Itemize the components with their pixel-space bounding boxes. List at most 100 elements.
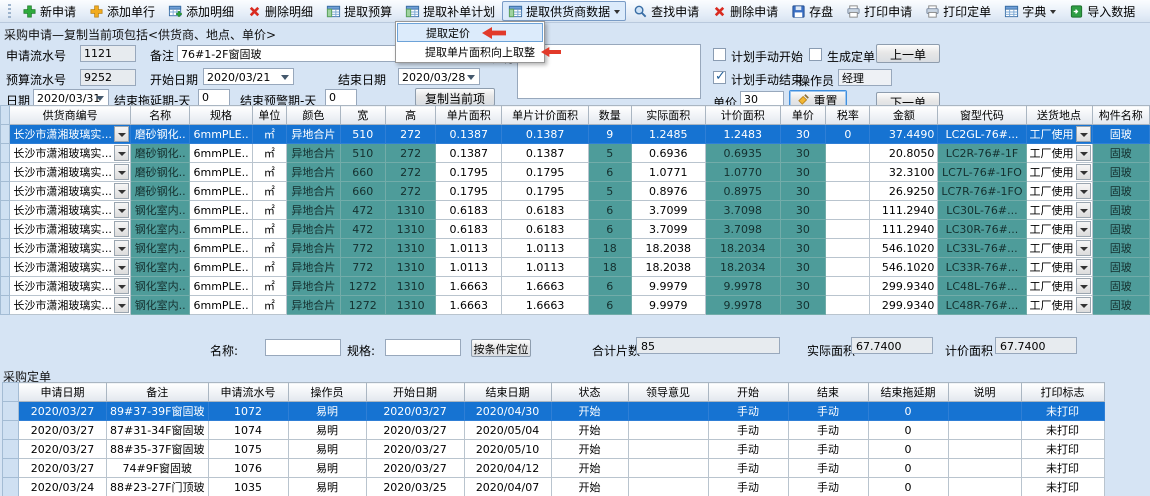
table-cell[interactable]: 299.9340: [870, 277, 938, 296]
table-cell[interactable]: 30: [780, 182, 826, 201]
table-cell[interactable]: 1.6663: [502, 277, 589, 296]
table-cell[interactable]: 1.0770: [706, 163, 780, 182]
table-cell[interactable]: 1.0771: [631, 163, 705, 182]
table-cell[interactable]: 工厂使用: [1026, 163, 1092, 182]
table-cell[interactable]: 0.1795: [436, 182, 502, 201]
table-row[interactable]: 2020/03/2488#23-27F门顶玻1035易明2020/03/2520…: [3, 478, 1105, 496]
previous-order-button[interactable]: 上一单: [876, 44, 940, 63]
column-header[interactable]: 单位: [252, 106, 287, 125]
table-cell[interactable]: [826, 296, 870, 315]
table-cell[interactable]: 660: [340, 182, 385, 201]
table-cell[interactable]: 2020/03/27: [366, 402, 464, 421]
table-cell[interactable]: 772: [340, 258, 385, 277]
table-row[interactable]: 2020/03/2774#9F窗固玻1076易明2020/03/272020/0…: [3, 459, 1105, 478]
toolbar-button-add-detail[interactable]: 添加明细: [162, 1, 240, 21]
table-cell[interactable]: ㎡: [252, 125, 287, 144]
table-row[interactable]: 长沙市潇湘玻璃实...钢化室内..6mmPLE..㎡异地合片47213100.6…: [1, 220, 1150, 239]
dropdown-arrow-icon[interactable]: [114, 164, 129, 180]
column-header[interactable]: 送货地点: [1026, 106, 1092, 125]
row-selector-gutter[interactable]: [1, 163, 10, 182]
toolbar-button-delete-request[interactable]: 删除申请: [706, 1, 784, 21]
table-cell[interactable]: 工厂使用: [1026, 239, 1092, 258]
table-cell[interactable]: 18: [588, 239, 631, 258]
table-cell[interactable]: 0: [868, 402, 948, 421]
table-cell[interactable]: 异地合片: [287, 182, 340, 201]
toolbar-button-new-request[interactable]: 新申请: [16, 1, 82, 21]
table-cell[interactable]: 长沙市潇湘玻璃实...: [10, 258, 131, 277]
table-cell[interactable]: 手动: [708, 478, 788, 496]
table-row[interactable]: 长沙市潇湘玻璃实...磨砂钢化..6mmPLE..㎡异地合片6602720.17…: [1, 163, 1150, 182]
table-cell[interactable]: ㎡: [252, 239, 287, 258]
column-header[interactable]: 备注: [107, 383, 209, 402]
column-header[interactable]: 计价面积: [706, 106, 780, 125]
table-cell[interactable]: 2020/04/07: [464, 478, 551, 496]
table-cell[interactable]: 546.1020: [870, 258, 938, 277]
table-cell[interactable]: 0.1795: [502, 163, 589, 182]
toolbar-grip[interactable]: [8, 4, 11, 18]
table-cell[interactable]: 固玻: [1092, 182, 1149, 201]
table-cell[interactable]: ㎡: [252, 144, 287, 163]
column-header[interactable]: 金额: [870, 106, 938, 125]
table-cell[interactable]: 0: [868, 421, 948, 440]
dropdown-arrow-icon[interactable]: [114, 183, 129, 199]
column-header[interactable]: 单片面积: [436, 106, 502, 125]
table-cell[interactable]: 2020/03/25: [366, 478, 464, 496]
table-row[interactable]: 长沙市潇湘玻璃实...钢化室内..6mmPLE..㎡异地合片127213101.…: [1, 296, 1150, 315]
table-cell[interactable]: 6: [588, 220, 631, 239]
table-cell[interactable]: 2020/05/10: [464, 440, 551, 459]
table-cell[interactable]: 长沙市潇湘玻璃实...: [10, 182, 131, 201]
table-cell[interactable]: 工厂使用: [1026, 296, 1092, 315]
table-cell[interactable]: 30: [780, 296, 826, 315]
table-cell[interactable]: 2020/03/27: [366, 440, 464, 459]
row-selector-gutter[interactable]: [3, 402, 19, 421]
table-cell[interactable]: 工厂使用: [1026, 220, 1092, 239]
table-cell[interactable]: 0.6183: [502, 201, 589, 220]
table-cell[interactable]: 74#9F窗固玻: [107, 459, 209, 478]
menu-item-extract-pricing[interactable]: 提取定价: [397, 23, 543, 42]
table-cell[interactable]: 未打印: [1021, 459, 1104, 478]
delay-days-field[interactable]: [198, 89, 230, 106]
table-cell[interactable]: 6: [588, 163, 631, 182]
toolbar-button-print-request[interactable]: 打印申请: [840, 1, 918, 21]
filter-name-field[interactable]: [265, 339, 341, 356]
table-cell[interactable]: 1310: [386, 220, 436, 239]
table-cell[interactable]: 0.1387: [502, 125, 589, 144]
budget-no-field[interactable]: [80, 69, 136, 86]
table-cell[interactable]: 工厂使用: [1026, 258, 1092, 277]
table-cell[interactable]: 272: [386, 144, 436, 163]
row-selector-gutter[interactable]: [1, 144, 10, 163]
table-cell[interactable]: [826, 144, 870, 163]
table-cell[interactable]: 2020/03/27: [19, 402, 107, 421]
table-cell[interactable]: 30: [780, 258, 826, 277]
locate-by-condition-button[interactable]: 按条件定位: [471, 339, 531, 357]
table-cell[interactable]: [628, 478, 708, 496]
table-cell[interactable]: 长沙市潇湘玻璃实...: [10, 277, 131, 296]
toolbar-button-find-request[interactable]: 查找申请: [627, 1, 705, 21]
table-cell[interactable]: [948, 421, 1021, 440]
toolbar-button-save[interactable]: 存盘: [785, 1, 839, 21]
row-selector-gutter[interactable]: [1, 125, 10, 144]
table-cell[interactable]: LC48L-76#...: [938, 277, 1026, 296]
dropdown-arrow-icon[interactable]: [114, 259, 129, 275]
table-cell[interactable]: [826, 239, 870, 258]
start-date-combo[interactable]: 2020/03/21: [203, 68, 294, 85]
table-cell[interactable]: 1310: [386, 258, 436, 277]
warn-days-field[interactable]: [325, 89, 357, 106]
table-cell[interactable]: 异地合片: [287, 220, 340, 239]
table-cell[interactable]: 1.6663: [502, 296, 589, 315]
table-cell[interactable]: 546.1020: [870, 239, 938, 258]
table-cell[interactable]: 手动: [708, 459, 788, 478]
table-cell[interactable]: 6mmPLE..: [190, 163, 252, 182]
table-cell[interactable]: 易明: [288, 402, 366, 421]
table-cell[interactable]: 长沙市潇湘玻璃实...: [10, 296, 131, 315]
table-row[interactable]: 2020/03/2787#31-34F窗固玻1074易明2020/03/2720…: [3, 421, 1105, 440]
table-cell[interactable]: 手动: [788, 440, 868, 459]
table-cell[interactable]: 1074: [208, 421, 288, 440]
toolbar-button-import-data[interactable]: 导入数据: [1063, 1, 1141, 21]
row-selector-gutter[interactable]: [1, 182, 10, 201]
dropdown-arrow-icon[interactable]: [114, 221, 129, 237]
table-cell[interactable]: 510: [340, 144, 385, 163]
table-cell[interactable]: 6mmPLE..: [190, 220, 252, 239]
dropdown-arrow-icon[interactable]: [1076, 145, 1091, 161]
table-cell[interactable]: 0.1795: [502, 182, 589, 201]
